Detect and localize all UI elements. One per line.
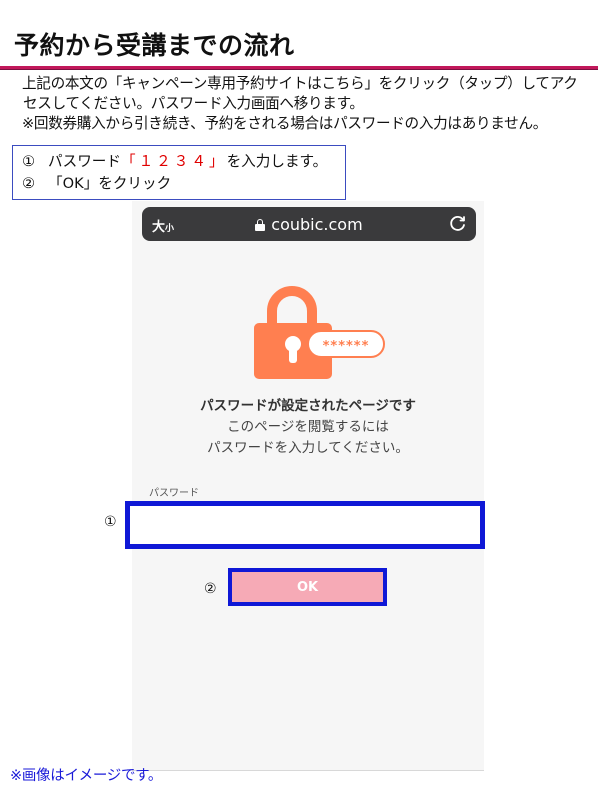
url-domain-text: coubic.com bbox=[271, 215, 363, 234]
password-mask: ****** bbox=[323, 339, 370, 354]
message-line-1: このページを閲覧するには bbox=[227, 419, 389, 435]
ok-button[interactable]: OK bbox=[232, 572, 383, 602]
password-input[interactable] bbox=[125, 501, 485, 549]
message-body: このページを閲覧するには パスワードを入力してください。 bbox=[132, 417, 484, 459]
step-1: ① パスワード「１２３４」を入力します。 bbox=[22, 151, 345, 173]
title-underline bbox=[0, 66, 598, 70]
page-title: 予約から受講までの流れ bbox=[14, 31, 295, 60]
ok-button-highlight: OK bbox=[228, 568, 387, 606]
step-1-prefix: パスワード bbox=[48, 153, 121, 170]
password-label: パスワード bbox=[149, 488, 199, 499]
image-disclaimer: ※画像はイメージです。 bbox=[10, 768, 163, 784]
step-1-number: ① bbox=[22, 153, 36, 170]
intro-line-1: 上記の本文の「キャンペーン専用予約サイトはこちら」をクリック（タップ）してアク bbox=[22, 75, 578, 92]
lock-icon bbox=[255, 219, 266, 231]
reload-icon[interactable] bbox=[448, 213, 468, 233]
step-2: ② 「OK」をクリック bbox=[22, 173, 345, 195]
marker-1: ① bbox=[104, 514, 117, 530]
browser-url-bar[interactable]: 大小 coubic.com bbox=[142, 207, 476, 241]
phone-screenshot: 大小 coubic.com ****** パスワードが設定されたページです この… bbox=[125, 201, 485, 771]
marker-2: ② bbox=[204, 581, 217, 597]
step-2-number: ② bbox=[22, 175, 36, 192]
intro-line-3: ※回数券購入から引き続き、予約をされる場合はパスワードの入力はありません。 bbox=[22, 115, 548, 132]
step-1-password: 「１２３４」 bbox=[120, 153, 227, 170]
intro-text: 上記の本文の「キャンペーン専用予約サイトはこちら」をクリック（タップ）してアク … bbox=[22, 74, 600, 134]
step-2-text: 「OK」をクリック bbox=[48, 175, 172, 192]
steps-box: ① パスワード「１２３４」を入力します。 ② 「OK」をクリック bbox=[12, 145, 346, 200]
intro-line-2: セスしてください。パスワード入力画面へ移ります。 bbox=[23, 95, 364, 112]
message-line-2: パスワードを入力してください。 bbox=[207, 440, 409, 456]
url-domain[interactable]: coubic.com bbox=[142, 215, 476, 234]
padlock-icon: ****** bbox=[254, 286, 385, 379]
step-1-suffix: を入力します。 bbox=[226, 153, 328, 170]
message-title: パスワードが設定されたページです bbox=[200, 398, 416, 414]
